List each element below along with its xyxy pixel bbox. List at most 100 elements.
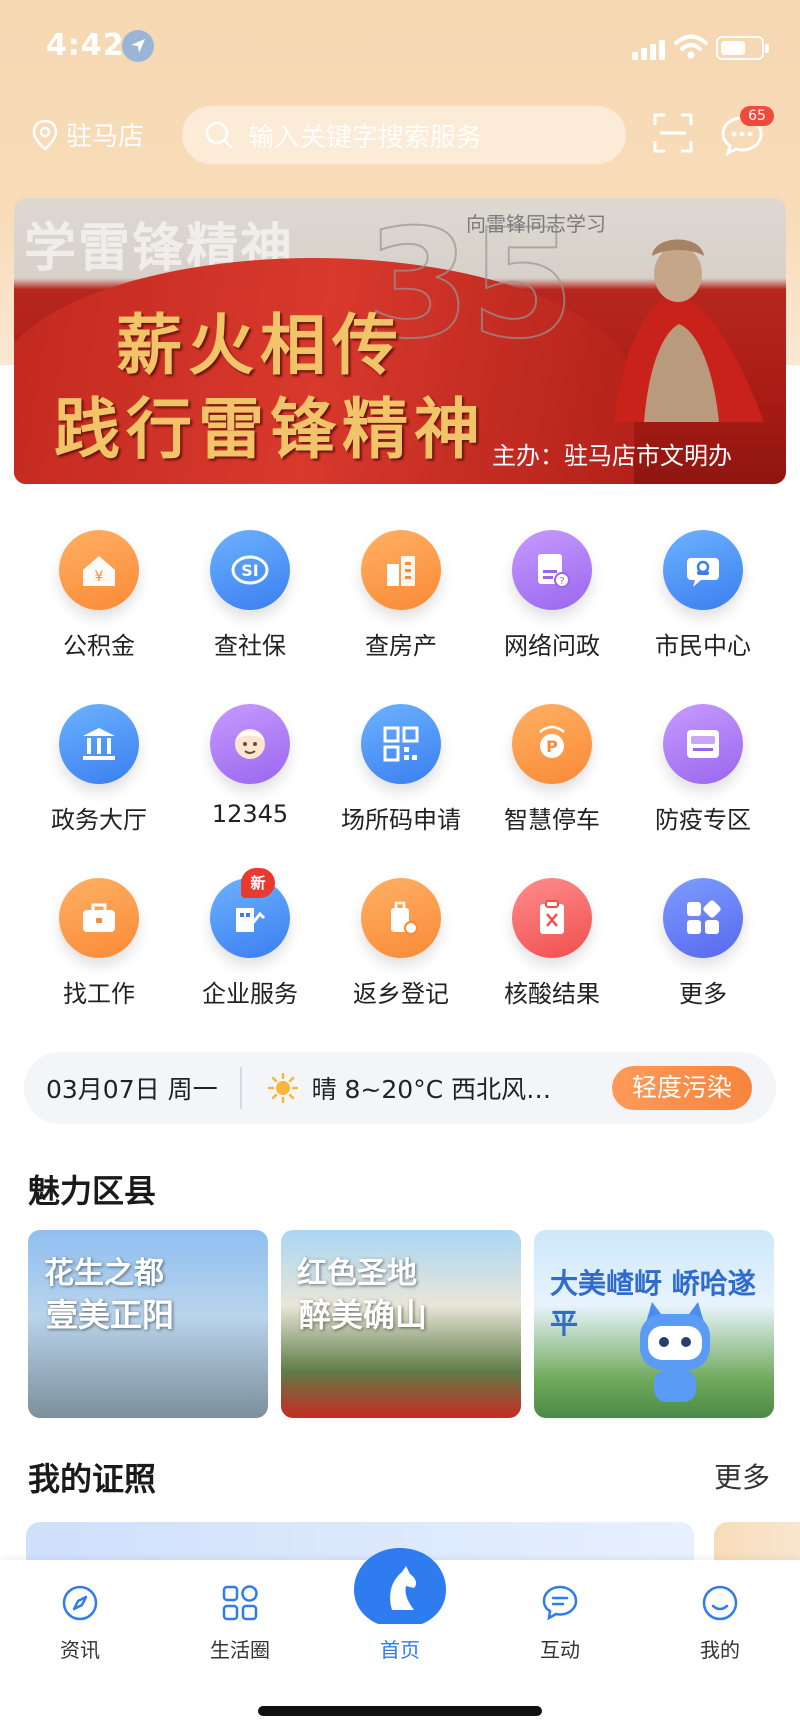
service-label: 政务大厅 bbox=[51, 806, 147, 834]
compass-icon bbox=[62, 1585, 98, 1621]
counties-carousel: 花生之都 壹美正阳 红色圣地 醉美确山 大美嵖岈 峤哈遂平 bbox=[28, 1230, 800, 1418]
top-header: 驻马店 输入关键字搜索服务 65 bbox=[0, 98, 800, 174]
service-epidemic-zone[interactable]: 防疫专区 bbox=[628, 704, 778, 835]
status-time: 4:42 bbox=[46, 28, 125, 63]
mascot-icon bbox=[640, 1302, 710, 1402]
more-grid-icon bbox=[663, 878, 743, 958]
tab-label: 互动 bbox=[540, 1638, 580, 1662]
service-enterprise[interactable]: 新 企业服务 bbox=[175, 868, 325, 1009]
service-smart-parking[interactable]: P 智慧停车 bbox=[477, 704, 627, 835]
hotline-icon bbox=[210, 704, 290, 784]
qr-code-icon bbox=[361, 704, 441, 784]
sun-icon bbox=[267, 1073, 298, 1103]
service-label: 公积金 bbox=[63, 632, 135, 660]
county-card[interactable]: 红色圣地 醉美确山 bbox=[281, 1230, 521, 1418]
service-social-security[interactable]: SI 查社保 bbox=[175, 530, 325, 661]
svg-text:P: P bbox=[546, 737, 558, 756]
tab-label: 我的 bbox=[700, 1638, 740, 1662]
social-security-icon: SI bbox=[210, 530, 290, 610]
service-label: 找工作 bbox=[63, 980, 135, 1008]
promo-banner[interactable]: 学雷锋精神 35 向雷锋同志学习 薪火相传 践行雷锋精神 主办：驻马店市文明办 bbox=[14, 198, 786, 484]
battery-icon bbox=[716, 36, 769, 60]
certificates-more-link[interactable]: 更多 bbox=[714, 1456, 770, 1496]
svg-text:?: ? bbox=[559, 576, 564, 587]
new-badge: 新 bbox=[241, 868, 275, 898]
tab-label[interactable]: 首页 bbox=[340, 1634, 460, 1663]
service-property[interactable]: 查房产 bbox=[326, 530, 476, 661]
tab-profile[interactable]: 我的 bbox=[660, 1584, 780, 1663]
service-more[interactable]: 更多 bbox=[628, 878, 778, 1009]
service-label: 市民中心 bbox=[655, 632, 751, 660]
online-inquiry-icon: ? bbox=[512, 530, 592, 610]
divider bbox=[239, 1067, 242, 1109]
service-12345[interactable]: 12345 bbox=[175, 704, 325, 828]
housing-fund-icon: ¥ bbox=[59, 530, 139, 610]
service-online-inquiry[interactable]: ? 网络问政 bbox=[477, 530, 627, 661]
home-indicator bbox=[258, 1706, 542, 1716]
location-pin-icon bbox=[32, 119, 58, 151]
county-subtitle: 壹美正阳 bbox=[46, 1296, 175, 1334]
banner-slogan-line1: 薪火相传 bbox=[116, 306, 404, 384]
city-selector[interactable]: 驻马店 bbox=[32, 116, 144, 153]
tab-label: 资讯 bbox=[60, 1638, 100, 1662]
tab-interact[interactable]: 互动 bbox=[500, 1584, 620, 1663]
epidemic-icon bbox=[663, 704, 743, 784]
svg-text:SI: SI bbox=[241, 561, 258, 580]
apps-icon bbox=[222, 1585, 258, 1621]
city-name: 驻马店 bbox=[66, 122, 145, 152]
service-label: 网络问政 bbox=[504, 632, 600, 660]
tab-label: 生活圈 bbox=[210, 1638, 270, 1662]
location-arrow-icon bbox=[122, 30, 154, 62]
tab-life-circle[interactable]: 生活圈 bbox=[180, 1584, 300, 1663]
service-label: 12345 bbox=[211, 800, 289, 828]
service-label: 返乡登记 bbox=[353, 980, 449, 1008]
air-quality-badge: 轻度污染 bbox=[611, 1066, 752, 1110]
service-nucleic-result[interactable]: 核酸结果 bbox=[477, 878, 627, 1009]
svg-text:¥: ¥ bbox=[95, 569, 104, 585]
weather-condition: 晴 8~20°C 西北风… bbox=[311, 1075, 552, 1104]
citizen-center-icon bbox=[663, 530, 743, 610]
service-government-hall[interactable]: 政务大厅 bbox=[24, 704, 174, 835]
service-label: 防疫专区 bbox=[655, 806, 751, 834]
profile-icon bbox=[702, 1585, 738, 1621]
tab-news[interactable]: 资讯 bbox=[20, 1584, 140, 1663]
service-find-job[interactable]: 找工作 bbox=[24, 878, 174, 1009]
county-title: 红色圣地 bbox=[297, 1256, 417, 1291]
weather-date: 03月07日 周一 bbox=[46, 1075, 218, 1104]
search-input[interactable]: 输入关键字搜索服务 bbox=[182, 106, 626, 164]
county-card[interactable]: 花生之都 壹美正阳 bbox=[28, 1230, 268, 1418]
weather-bar[interactable]: 03月07日 周一 晴 8~20°C 西北风… 轻度污染 bbox=[24, 1052, 776, 1124]
certificates-title: 我的证照 bbox=[28, 1460, 157, 1498]
county-card[interactable]: 大美嵖岈 峤哈遂平 bbox=[534, 1230, 774, 1418]
service-label: 查社保 bbox=[214, 632, 286, 660]
service-label: 查房产 bbox=[365, 632, 437, 660]
county-title: 花生之都 bbox=[44, 1256, 164, 1291]
counties-title: 魅力区县 bbox=[28, 1172, 157, 1210]
status-bar: 4:42 bbox=[0, 0, 800, 92]
banner-slogan-line2: 践行雷锋精神 bbox=[54, 390, 486, 468]
service-label: 企业服务 bbox=[202, 980, 298, 1008]
home-horse-icon[interactable] bbox=[344, 1544, 456, 1630]
service-label: 核酸结果 bbox=[504, 980, 600, 1008]
cellular-signal-icon bbox=[632, 38, 668, 60]
service-label: 更多 bbox=[679, 980, 727, 1008]
message-count-badge: 65 bbox=[740, 106, 774, 126]
search-placeholder: 输入关键字搜索服务 bbox=[248, 122, 483, 153]
chat-icon bbox=[542, 1585, 578, 1621]
service-label: 场所码申请 bbox=[341, 806, 461, 834]
property-icon bbox=[361, 530, 441, 610]
government-hall-icon bbox=[59, 704, 139, 784]
county-subtitle: 醉美确山 bbox=[299, 1296, 428, 1334]
statue-figure-icon bbox=[614, 239, 764, 422]
service-venue-code[interactable]: 场所码申请 bbox=[326, 704, 476, 835]
luggage-icon bbox=[361, 878, 441, 958]
service-citizen-center[interactable]: 市民中心 bbox=[628, 530, 778, 661]
search-icon bbox=[205, 121, 233, 149]
nucleic-test-icon bbox=[512, 878, 592, 958]
scan-icon[interactable] bbox=[652, 112, 694, 154]
briefcase-icon bbox=[59, 878, 139, 958]
service-return-registration[interactable]: 返乡登记 bbox=[326, 878, 476, 1009]
wifi-icon bbox=[674, 34, 708, 59]
banner-host: 主办：驻马店市文明办 bbox=[492, 442, 732, 470]
service-housing-fund[interactable]: ¥ 公积金 bbox=[24, 530, 174, 661]
